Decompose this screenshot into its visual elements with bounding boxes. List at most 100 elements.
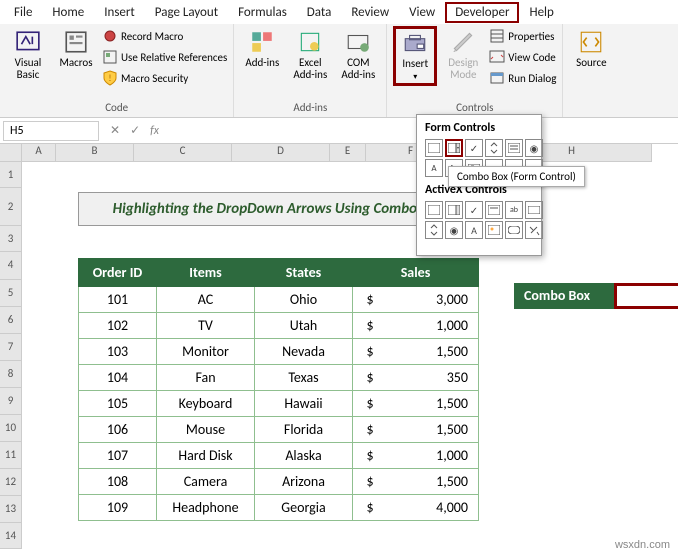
cell-orderid[interactable]: 104 <box>79 365 157 391</box>
cell-sales[interactable]: $350 <box>353 365 479 391</box>
cell-state[interactable]: Ohio <box>255 287 353 313</box>
button-form-control[interactable] <box>425 139 443 157</box>
spin-button-form-control[interactable] <box>485 139 503 157</box>
more-controls-activex[interactable] <box>525 221 543 239</box>
col-header[interactable]: D <box>232 144 330 162</box>
combo-box-target-cell[interactable] <box>614 283 678 309</box>
col-header[interactable]: E <box>330 144 366 162</box>
cell-item[interactable]: Hard Disk <box>157 443 255 469</box>
cell-item[interactable]: Mouse <box>157 417 255 443</box>
menu-file[interactable]: File <box>4 2 42 23</box>
accept-formula-icon[interactable]: ✓ <box>130 123 140 138</box>
spin-button-activex[interactable] <box>425 221 443 239</box>
text-box-activex[interactable]: ab <box>505 201 523 219</box>
view-code-button[interactable]: View Code <box>489 47 556 67</box>
combo-box-activex[interactable] <box>445 201 463 219</box>
menu-view[interactable]: View <box>399 2 445 23</box>
row-header[interactable]: 12 <box>0 469 22 496</box>
cell-orderid[interactable]: 109 <box>79 495 157 521</box>
record-macro-button[interactable]: Record Macro <box>102 26 227 46</box>
cell-state[interactable]: Arizona <box>255 469 353 495</box>
checkbox-form-control[interactable]: ✓ <box>465 139 483 157</box>
design-mode-button[interactable]: Design Mode <box>441 26 485 84</box>
menu-help[interactable]: Help <box>519 2 563 23</box>
row-header[interactable]: 7 <box>0 334 22 361</box>
cell-sales[interactable]: $1,000 <box>353 313 479 339</box>
addins-button[interactable]: Add-ins <box>240 26 284 72</box>
option-button-form-control[interactable]: ◉ <box>525 139 543 157</box>
cell-item[interactable]: Monitor <box>157 339 255 365</box>
table-row[interactable]: 108CameraArizona$1,500 <box>79 469 479 495</box>
table-row[interactable]: 101ACOhio$3,000 <box>79 287 479 313</box>
run-dialog-button[interactable]: Run Dialog <box>489 68 556 88</box>
row-header[interactable]: 6 <box>0 307 22 334</box>
fx-icon[interactable]: fx <box>150 124 159 138</box>
cell-sales[interactable]: $1,500 <box>353 339 479 365</box>
cell-orderid[interactable]: 107 <box>79 443 157 469</box>
row-header[interactable]: 13 <box>0 496 22 523</box>
table-row[interactable]: 104FanTexas$350 <box>79 365 479 391</box>
cell-sales[interactable]: $1,500 <box>353 469 479 495</box>
properties-button[interactable]: Properties <box>489 26 556 46</box>
table-row[interactable]: 106MouseFlorida$1,500 <box>79 417 479 443</box>
cell-sales[interactable]: $3,000 <box>353 287 479 313</box>
insert-controls-button[interactable]: Insert ▾ <box>393 26 437 86</box>
row-header[interactable]: 2 <box>0 188 22 226</box>
col-header[interactable]: A <box>22 144 56 162</box>
macros-button[interactable]: Macros <box>54 26 98 72</box>
name-box[interactable]: H5 <box>3 121 99 141</box>
table-row[interactable]: 107Hard DiskAlaska$1,000 <box>79 443 479 469</box>
list-box-activex[interactable] <box>485 201 503 219</box>
row-header[interactable]: 5 <box>0 280 22 307</box>
cell-state[interactable]: Texas <box>255 365 353 391</box>
table-row[interactable]: 109HeadphoneGeorgia$4,000 <box>79 495 479 521</box>
cell-item[interactable]: TV <box>157 313 255 339</box>
cell-orderid[interactable]: 108 <box>79 469 157 495</box>
cell-sales[interactable]: $1,000 <box>353 443 479 469</box>
cell-orderid[interactable]: 106 <box>79 417 157 443</box>
com-addins-button[interactable]: COM Add-ins <box>336 26 380 84</box>
cell-item[interactable]: Fan <box>157 365 255 391</box>
menu-page-layout[interactable]: Page Layout <box>145 2 228 23</box>
cell-state[interactable]: Utah <box>255 313 353 339</box>
cell-state[interactable]: Georgia <box>255 495 353 521</box>
menu-insert[interactable]: Insert <box>94 2 145 23</box>
cell-state[interactable]: Florida <box>255 417 353 443</box>
list-box-form-control[interactable] <box>505 139 523 157</box>
menu-data[interactable]: Data <box>297 2 342 23</box>
menu-developer[interactable]: Developer <box>445 2 519 23</box>
image-activex[interactable] <box>485 221 503 239</box>
row-header[interactable]: 10 <box>0 415 22 442</box>
use-relative-references-button[interactable]: Use Relative References <box>102 47 227 67</box>
row-header[interactable]: 8 <box>0 361 22 388</box>
table-row[interactable]: 103MonitorNevada$1,500 <box>79 339 479 365</box>
col-header[interactable]: C <box>134 144 232 162</box>
cell-item[interactable]: Camera <box>157 469 255 495</box>
menu-formulas[interactable]: Formulas <box>228 2 297 23</box>
excel-addins-button[interactable]: Excel Add-ins <box>288 26 332 84</box>
menu-review[interactable]: Review <box>341 2 399 23</box>
menu-home[interactable]: Home <box>42 2 94 23</box>
source-button[interactable]: Source <box>569 26 613 72</box>
option-button-activex[interactable]: ◉ <box>445 221 463 239</box>
cell-orderid[interactable]: 103 <box>79 339 157 365</box>
cell-state[interactable]: Hawaii <box>255 391 353 417</box>
command-button-activex[interactable] <box>425 201 443 219</box>
row-header[interactable]: 14 <box>0 523 22 549</box>
label-activex[interactable]: A <box>465 221 483 239</box>
cell-orderid[interactable]: 105 <box>79 391 157 417</box>
cell-item[interactable]: Headphone <box>157 495 255 521</box>
cell-sales[interactable]: $4,000 <box>353 495 479 521</box>
row-header[interactable]: 3 <box>0 226 22 252</box>
macro-security-button[interactable]: ! Macro Security <box>102 68 227 88</box>
scroll-bar-activex[interactable] <box>525 201 543 219</box>
toggle-button-activex[interactable] <box>505 221 523 239</box>
cell-sales[interactable]: $1,500 <box>353 417 479 443</box>
row-header[interactable]: 4 <box>0 252 22 280</box>
row-header[interactable]: 9 <box>0 388 22 415</box>
cell-orderid[interactable]: 102 <box>79 313 157 339</box>
cell-orderid[interactable]: 101 <box>79 287 157 313</box>
row-header[interactable]: 1 <box>0 162 22 188</box>
combo-box-form-control[interactable] <box>445 139 463 157</box>
group-box-form-control[interactable]: A <box>425 159 443 177</box>
